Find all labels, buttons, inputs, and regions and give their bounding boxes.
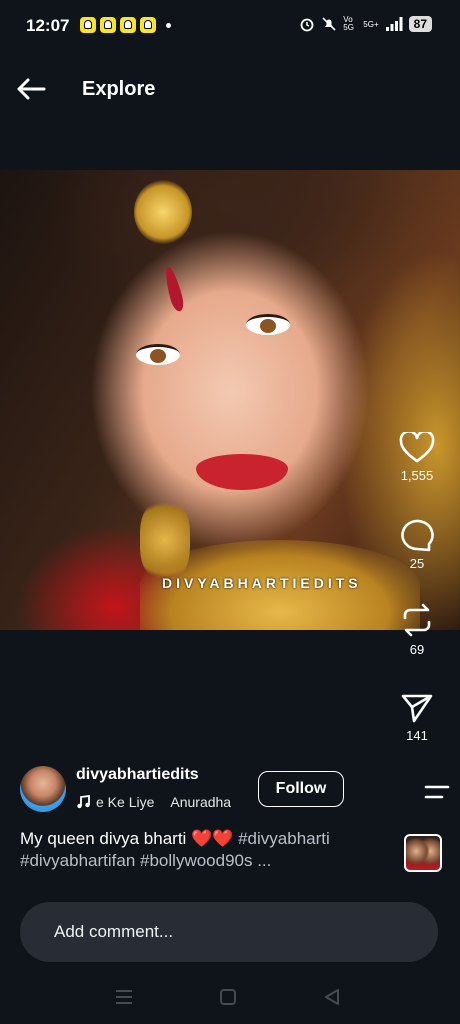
audio-thumbnail[interactable]: [404, 834, 442, 872]
mute-icon: [322, 17, 336, 31]
caption-text: My queen divya bharti ❤️❤️: [20, 829, 234, 848]
battery-indicator: 87: [408, 16, 432, 32]
like-count: 1,555: [400, 468, 434, 483]
system-nav-bar: [0, 980, 460, 1024]
lips: [196, 454, 288, 490]
recents-icon[interactable]: [114, 988, 134, 1006]
audio-artist: Anuradha: [170, 794, 232, 810]
bindi: [162, 265, 186, 313]
snapchat-notification-icon: [120, 17, 136, 33]
back-nav-icon[interactable]: [323, 988, 341, 1006]
signal-icon: [385, 17, 403, 31]
chat-bubble-icon: [401, 519, 434, 552]
left-eye: [136, 344, 180, 365]
music-note-icon: [77, 795, 90, 809]
status-time: 12:07: [26, 16, 70, 35]
alarm-icon: [300, 18, 314, 32]
menu-lines-icon[interactable]: [424, 782, 450, 802]
comment-input[interactable]: [52, 921, 396, 943]
maang-tikka-jewelry: [134, 180, 192, 244]
repost-count: 69: [409, 642, 425, 657]
username[interactable]: divyabhartiedits: [76, 766, 199, 784]
heart-icon: [399, 432, 435, 463]
audio-title: e Ke Liye: [96, 794, 155, 810]
comment-button[interactable]: 25: [392, 518, 442, 571]
post-owner-row: divyabhartiedits e Ke Liye Anuradha Foll…: [20, 764, 444, 814]
share-button[interactable]: 141: [392, 692, 442, 743]
snapchat-notification-icon: [80, 17, 96, 33]
page-title: Explore: [82, 78, 156, 100]
comment-bar[interactable]: [20, 902, 438, 962]
post-image[interactable]: DIVYABHARTIEDITS: [0, 170, 460, 630]
image-watermark: DIVYABHARTIEDITS: [162, 575, 362, 591]
right-eye: [246, 314, 290, 335]
repost-icon: [403, 603, 431, 637]
repost-button[interactable]: 69: [392, 602, 442, 657]
more-notifications-dot: [166, 22, 171, 28]
share-count: 141: [406, 728, 428, 743]
network-type: Vo 5G: [343, 15, 354, 32]
notification-icons: [80, 17, 171, 33]
top-bar: Explore: [0, 62, 460, 118]
like-button[interactable]: 1,555: [392, 432, 442, 483]
comment-count: 25: [409, 556, 425, 571]
follow-button[interactable]: Follow: [258, 771, 344, 807]
status-bar: 12:07 Vo 5G 5G+ 87: [0, 0, 460, 52]
system-icons: Vo 5G 5G+ 87: [299, 16, 432, 32]
avatar[interactable]: [20, 766, 66, 812]
send-icon: [401, 694, 433, 723]
signal-label: 5G+: [363, 19, 379, 29]
snapchat-notification-icon: [140, 17, 156, 33]
post-caption[interactable]: My queen divya bharti ❤️❤️ #divyabharti …: [20, 828, 390, 872]
arrow-left-icon[interactable]: [14, 74, 48, 104]
home-icon[interactable]: [219, 988, 237, 1006]
audio-info[interactable]: e Ke Liye Anuradha: [76, 794, 231, 810]
snapchat-notification-icon: [100, 17, 116, 33]
